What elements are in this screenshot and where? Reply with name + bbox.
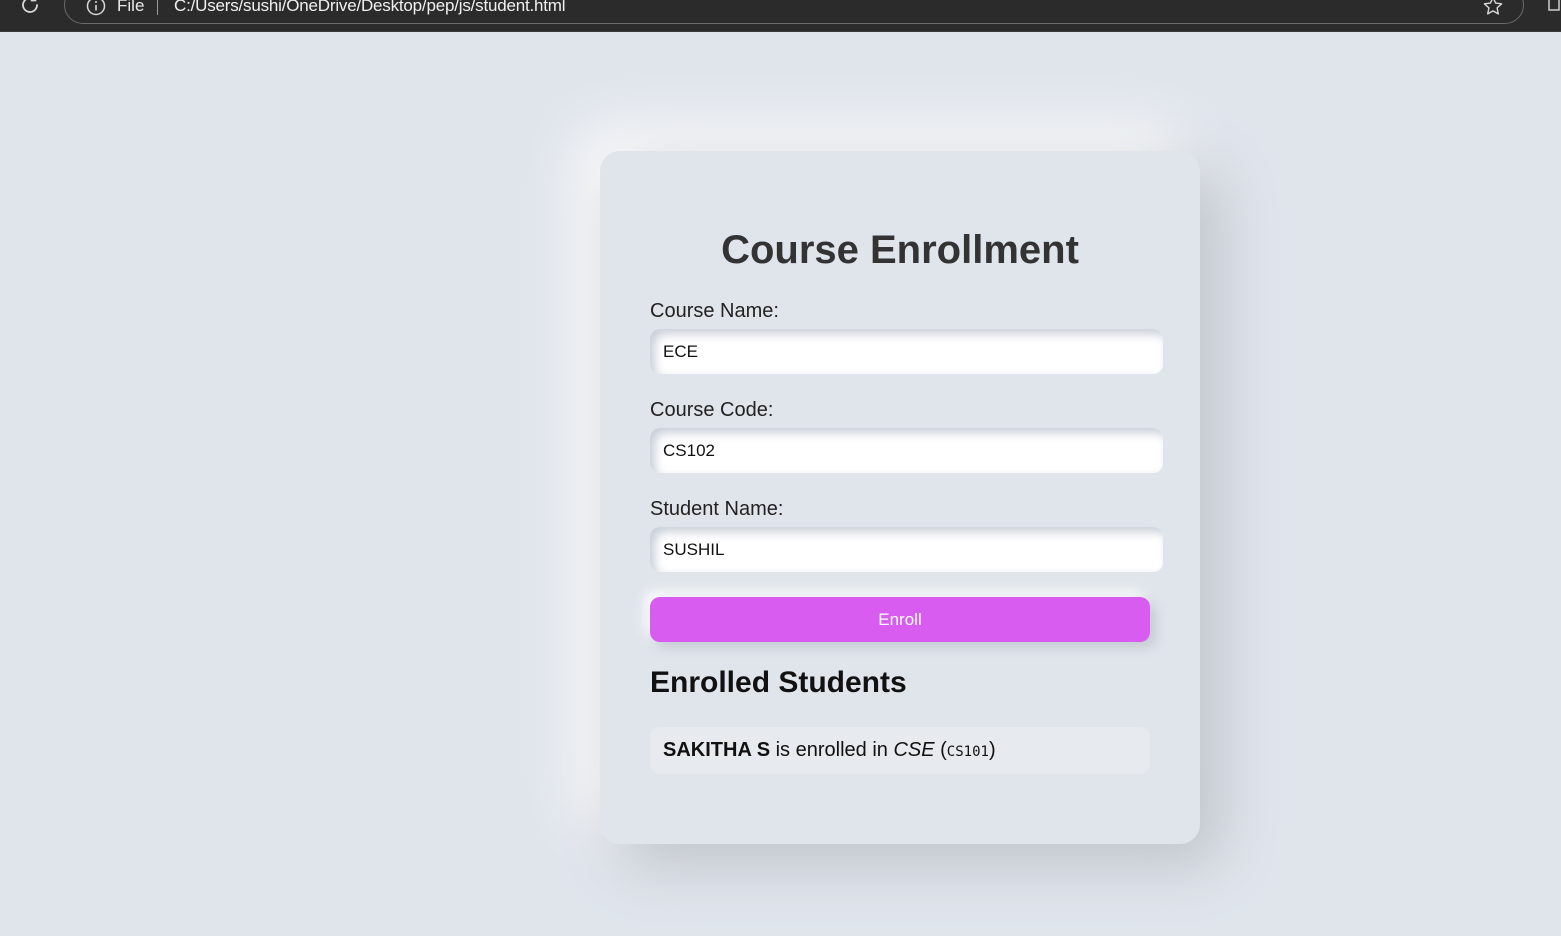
enrolled-open-paren: ( [934, 739, 947, 761]
info-icon[interactable] [86, 0, 106, 16]
enrolled-students-heading: Enrolled Students [650, 666, 907, 699]
enrolled-connector-text: is enrolled in [770, 739, 894, 761]
enrolled-course-name: CSE [893, 739, 935, 761]
student-name-label: Student Name: [650, 498, 784, 520]
address-scheme-label: File [117, 0, 145, 15]
enroll-button[interactable]: Enroll [650, 597, 1150, 642]
list-item: SAKITHA S is enrolled in CSE (CS101) [650, 727, 1150, 774]
enrollment-card: Course Enrollment Course Name: Course Co… [600, 151, 1200, 844]
student-name-input[interactable] [650, 527, 1163, 572]
enrolled-students-list: SAKITHA S is enrolled in CSE (CS101) [650, 727, 1150, 774]
browser-toolbar: File C:/Users/sushi/OneDrive/Desktop/pep… [0, 0, 1561, 32]
course-code-input[interactable] [650, 428, 1163, 473]
enrolled-close-paren: ) [988, 739, 996, 761]
address-divider [157, 0, 158, 15]
course-name-input[interactable] [650, 329, 1163, 374]
enrolled-student-name: SAKITHA S [663, 739, 771, 761]
edge-icon[interactable] [1547, 0, 1561, 14]
course-name-label: Course Name: [650, 300, 779, 322]
reload-icon[interactable] [19, 0, 41, 16]
course-code-label: Course Code: [650, 399, 774, 421]
page-title: Course Enrollment [721, 228, 1079, 272]
address-url[interactable]: C:/Users/sushi/OneDrive/Desktop/pep/js/s… [174, 0, 566, 16]
star-icon[interactable] [1482, 0, 1504, 17]
enrolled-course-code: CS101 [946, 744, 989, 760]
